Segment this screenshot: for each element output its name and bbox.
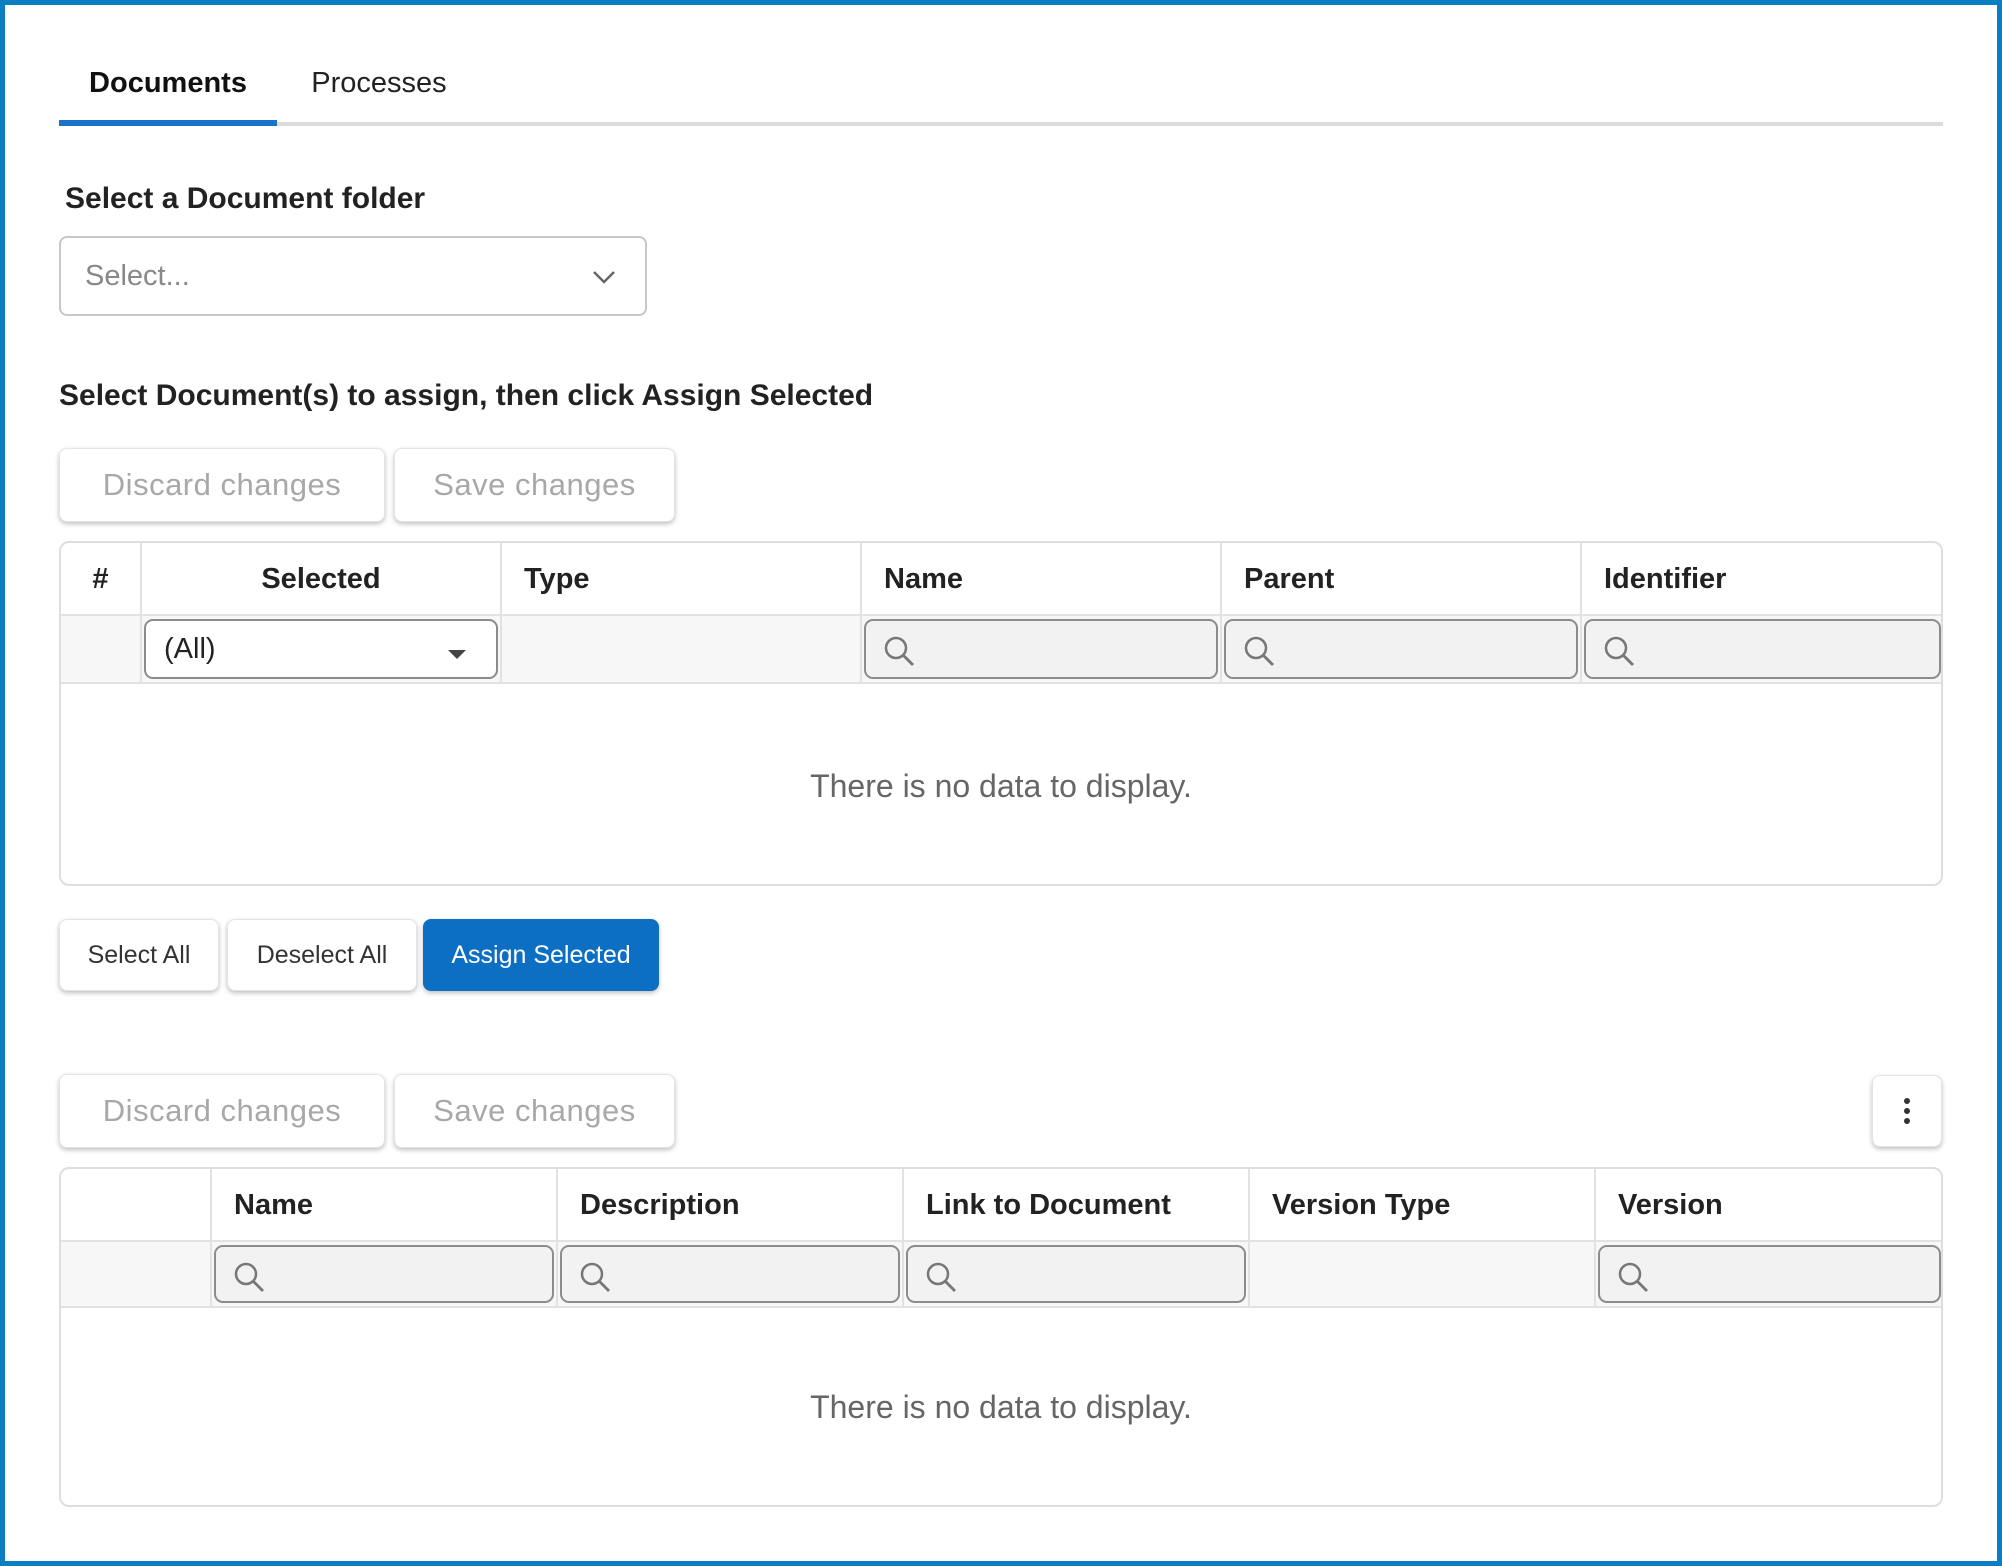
folder-select-label: Select a Document folder <box>65 182 426 215</box>
instruction-text: Select Document(s) to assign, then click… <box>59 379 874 412</box>
search-icon <box>1244 636 1274 666</box>
assigned-documents-grid: Name Description Link to Document Versio… <box>59 1167 1943 1507</box>
assign-selected-button[interactable]: Assign Selected <box>423 919 659 991</box>
filter-cell-version-type <box>1250 1242 1596 1306</box>
filter-cell-identifier <box>1582 616 1941 682</box>
selected-filter-dropdown[interactable]: (All) <box>144 619 498 679</box>
column-header-version[interactable]: Version <box>1596 1169 1941 1242</box>
more-vertical-icon <box>1904 1098 1910 1124</box>
documents-grid: # Selected Type Name Parent Identifier (… <box>59 541 1943 886</box>
column-header-name[interactable]: Name <box>862 543 1222 616</box>
save-changes-button[interactable]: Save changes <box>394 448 675 522</box>
parent-filter-input[interactable] <box>1224 619 1578 679</box>
search-icon <box>234 1262 264 1292</box>
grid-options-button[interactable] <box>1872 1075 1942 1147</box>
discard-changes-button-assigned[interactable]: Discard changes <box>59 1074 385 1148</box>
chevron-down-icon <box>593 271 615 284</box>
filter-cell-index <box>61 616 142 682</box>
filter-cell-blank <box>61 1242 212 1306</box>
select-all-button[interactable]: Select All <box>59 919 219 991</box>
filter-cell-version <box>1596 1242 1941 1306</box>
grid-header: Name Description Link to Document Versio… <box>61 1169 1941 1242</box>
search-icon <box>884 636 914 666</box>
column-header-index[interactable]: # <box>61 543 142 616</box>
filter-cell-parent <box>1222 616 1582 682</box>
filter-cell-link <box>904 1242 1250 1306</box>
column-header-parent[interactable]: Parent <box>1222 543 1582 616</box>
search-icon <box>1604 636 1634 666</box>
tab-processes[interactable]: Processes <box>309 40 449 126</box>
discard-changes-button[interactable]: Discard changes <box>59 448 385 522</box>
column-header-type[interactable]: Type <box>502 543 862 616</box>
empty-state-text: There is no data to display. <box>810 1389 1192 1425</box>
column-header-blank <box>61 1169 212 1242</box>
filter-cell-name <box>212 1242 558 1306</box>
tab-documents[interactable]: Documents <box>59 40 277 126</box>
filter-row <box>61 1242 1941 1308</box>
column-header-selected[interactable]: Selected <box>142 543 502 616</box>
tab-documents-label: Documents <box>89 66 247 99</box>
caret-down-icon <box>448 650 466 659</box>
name-filter-input[interactable] <box>214 1245 554 1303</box>
column-header-name[interactable]: Name <box>212 1169 558 1242</box>
filter-cell-description <box>558 1242 904 1306</box>
search-icon <box>926 1262 956 1292</box>
tab-bar: Documents Processes <box>59 40 1943 126</box>
document-folder-select[interactable]: Select... <box>59 236 647 316</box>
search-icon <box>1618 1262 1648 1292</box>
selected-filter-value: (All) <box>164 632 216 665</box>
column-header-description[interactable]: Description <box>558 1169 904 1242</box>
column-header-identifier[interactable]: Identifier <box>1582 543 1941 616</box>
filter-cell-type <box>502 616 862 682</box>
description-filter-input[interactable] <box>560 1245 900 1303</box>
deselect-all-button[interactable]: Deselect All <box>227 919 417 991</box>
folder-select-placeholder: Select... <box>85 259 190 292</box>
link-filter-input[interactable] <box>906 1245 1246 1303</box>
filter-cell-name <box>862 616 1222 682</box>
identifier-filter-input[interactable] <box>1584 619 1941 679</box>
filter-row: (All) <box>61 616 1941 684</box>
empty-state-text: There is no data to display. <box>810 767 1192 804</box>
search-icon <box>580 1262 610 1292</box>
column-header-version-type[interactable]: Version Type <box>1250 1169 1596 1242</box>
filter-cell-selected: (All) <box>142 616 502 682</box>
column-header-link-to-document[interactable]: Link to Document <box>904 1169 1250 1242</box>
grid-header: # Selected Type Name Parent Identifier <box>61 543 1941 616</box>
active-tab-indicator <box>59 120 277 126</box>
save-changes-button-assigned[interactable]: Save changes <box>394 1074 675 1148</box>
version-filter-input[interactable] <box>1598 1245 1941 1303</box>
tab-processes-label: Processes <box>311 66 447 99</box>
name-filter-input[interactable] <box>864 619 1218 679</box>
